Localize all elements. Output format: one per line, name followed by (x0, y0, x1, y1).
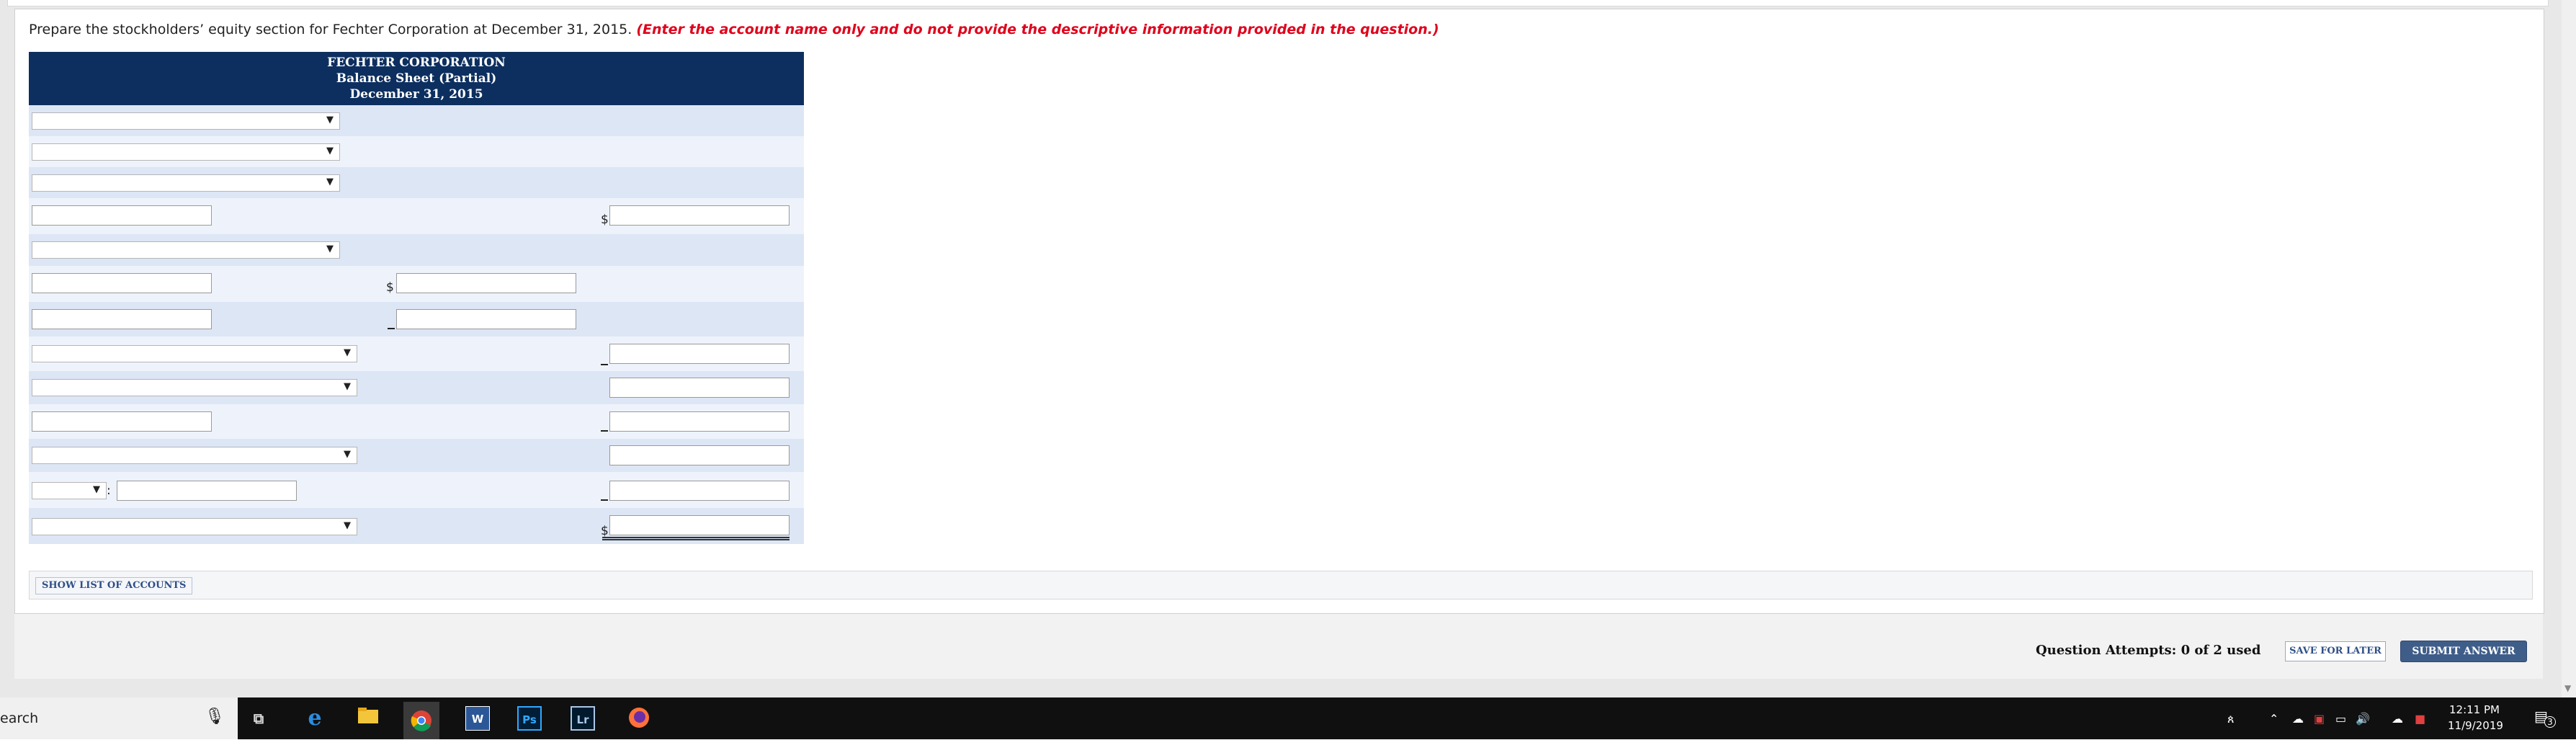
amount-input[interactable] (396, 273, 576, 293)
clock-date: 11/9/2019 (2448, 719, 2503, 732)
word-icon[interactable]: W (465, 706, 490, 731)
chevron-down-icon: ▼ (326, 146, 334, 156)
chevron-down-icon: ▼ (344, 347, 351, 358)
account-select[interactable]: ▼ (32, 447, 357, 464)
edge-icon[interactable]: e (303, 706, 327, 731)
taskbar-search[interactable]: earch 🎙 (0, 697, 238, 739)
network-icon[interactable]: ▭ (2335, 712, 2346, 726)
account-select[interactable]: ▼ (32, 345, 357, 362)
dollar-sign: $ (601, 524, 609, 538)
instruction-text: Prepare the stockholders’ equity section… (29, 22, 1439, 37)
scroll-down-icon[interactable]: ▼ (2564, 683, 2571, 693)
clock-time: 12:11 PM (2449, 703, 2500, 716)
volume-icon[interactable]: 🔊 (2356, 712, 2370, 726)
chrome-icon[interactable] (403, 702, 439, 739)
underline-mark (601, 499, 608, 501)
onedrive-icon[interactable]: ☁ (2292, 712, 2304, 726)
lightroom-icon[interactable]: Lr (571, 706, 595, 731)
instruction-emphasis: (Enter the account name only and do not … (636, 22, 1439, 37)
amount-input[interactable] (609, 481, 790, 501)
amount-input[interactable] (609, 445, 790, 465)
page-background: Prepare the stockholders’ equity section… (0, 0, 2576, 697)
chevron-up-icon[interactable]: ⌃ (2269, 712, 2278, 726)
statement-date: December 31, 2015 (349, 87, 483, 102)
account-select[interactable]: ▼ (32, 379, 357, 396)
chevron-down-icon: ▼ (326, 244, 334, 254)
text-input[interactable] (32, 273, 212, 293)
question-attempts: Question Attempts: 0 of 2 used (2036, 643, 2261, 658)
dollar-sign: $ (601, 213, 609, 227)
people-icon[interactable]: ጰ (2227, 712, 2235, 726)
account-select[interactable]: ▼ (32, 174, 340, 192)
form-row: $ (29, 266, 804, 302)
account-select[interactable]: ▼ (32, 112, 340, 130)
amount-input[interactable] (609, 378, 790, 398)
company-name: FECHTER CORPORATION (327, 55, 506, 70)
form-row: ▼ (29, 234, 804, 266)
photoshop-icon[interactable]: Ps (517, 706, 542, 731)
text-input[interactable] (117, 481, 297, 501)
text-input[interactable] (32, 205, 212, 226)
firefox-icon[interactable] (627, 706, 651, 731)
task-view-icon[interactable]: ⧉ (246, 706, 271, 731)
save-for-later-button[interactable]: SAVE FOR LATER (2285, 641, 2386, 661)
balance-sheet-form: FECHTER CORPORATION Balance Sheet (Parti… (29, 52, 804, 544)
top-panel-edge (7, 0, 2549, 6)
form-row: ▼ (29, 336, 804, 371)
vertical-scrollbar[interactable] (2562, 0, 2576, 697)
account-select[interactable]: ▼ (32, 143, 340, 161)
underline-mark (388, 328, 395, 329)
chevron-down-icon: ▼ (344, 381, 351, 392)
form-row: ▼ (29, 439, 804, 472)
chevron-down-icon: ▼ (326, 177, 334, 187)
taskbar: earch 🎙 ⧉ e W Ps Lr ጰ ⌃ ☁ ▣ ▭ 🔊 ☁ ■ 12:1… (0, 697, 2576, 739)
double-underline (602, 537, 790, 540)
form-row: ▼ $ (29, 508, 804, 544)
search-text: earch (0, 710, 39, 726)
form-row: ▼ (29, 167, 804, 198)
chevron-down-icon: ▼ (344, 520, 351, 531)
show-accounts-button[interactable]: SHOW LIST OF ACCOUNTS (35, 577, 193, 594)
amount-input[interactable] (609, 344, 790, 364)
chevron-down-icon: ▼ (326, 115, 334, 125)
form-row (29, 404, 804, 439)
underline-mark (601, 430, 608, 432)
chevron-down-icon: ▼ (344, 449, 351, 460)
instruction-prefix: Prepare the stockholders’ equity section… (29, 22, 632, 37)
class-select[interactable]: ▼ (32, 482, 107, 499)
amount-input[interactable] (396, 309, 576, 329)
dollar-sign: $ (386, 280, 394, 295)
form-row: ▼ (29, 105, 804, 136)
form-row: ▼ : (29, 472, 804, 508)
app-tray-icon[interactable]: ■ (2415, 712, 2425, 726)
text-input[interactable] (32, 309, 212, 329)
account-select[interactable]: ▼ (32, 241, 340, 259)
form-row: $ (29, 198, 804, 234)
colon-separator: : (107, 483, 111, 498)
cloud-upload-icon[interactable]: ☁ (2392, 712, 2403, 726)
security-icon[interactable]: ▣ (2314, 712, 2325, 726)
notification-count: 3 (2544, 716, 2556, 728)
system-clock[interactable]: 12:11 PM 11/9/2019 (2448, 702, 2503, 734)
file-explorer-icon[interactable] (356, 706, 380, 731)
amount-input[interactable] (609, 411, 790, 432)
submit-answer-button[interactable]: SUBMIT ANSWER (2400, 641, 2527, 662)
statement-title: Balance Sheet (Partial) (336, 71, 497, 86)
chevron-down-icon: ▼ (93, 484, 100, 495)
amount-input[interactable] (609, 205, 790, 226)
account-select[interactable]: ▼ (32, 518, 357, 535)
text-input[interactable] (32, 411, 212, 432)
notification-icon[interactable]: ▤ 3 (2534, 708, 2556, 729)
form-row: ▼ (29, 371, 804, 404)
statement-header: FECHTER CORPORATION Balance Sheet (Parti… (29, 52, 804, 105)
form-row (29, 302, 804, 336)
total-amount-input[interactable] (609, 515, 790, 535)
accounts-bar: SHOW LIST OF ACCOUNTS (29, 571, 2533, 599)
microphone-icon[interactable]: 🎙 (205, 708, 225, 726)
underline-mark (601, 364, 608, 365)
form-row: ▼ (29, 136, 804, 167)
